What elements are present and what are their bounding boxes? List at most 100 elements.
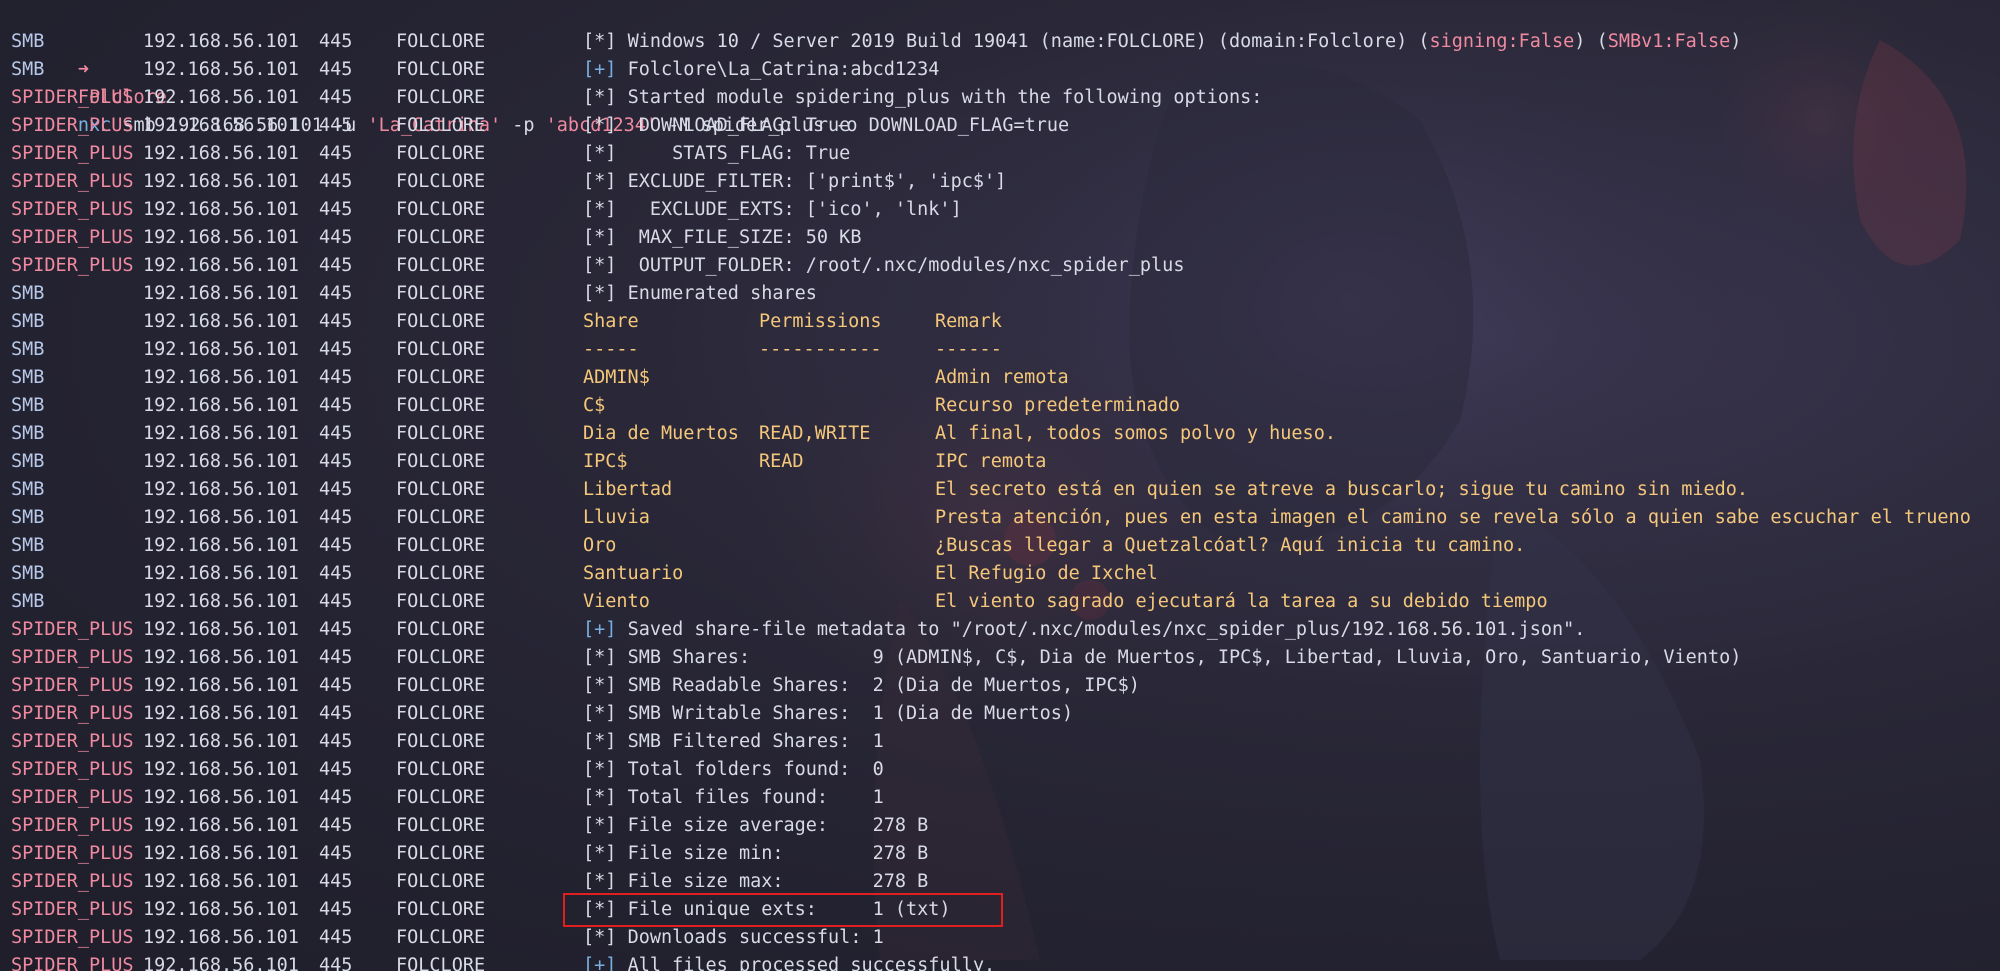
- protocol-label: SPIDER_PLUS: [11, 255, 134, 276]
- ip-address: 192.168.56.101: [143, 955, 299, 971]
- protocol-label: SMB: [11, 59, 45, 80]
- message-text: SMB Readable Shares: 2 (Dia de Muertos, …: [627, 675, 1140, 696]
- hostname: FOLCLORE: [396, 171, 486, 192]
- ip-address: 192.168.56.101: [143, 759, 299, 780]
- port-number: 445: [319, 507, 353, 528]
- log-message: [*] STATS_FLAG: True: [583, 140, 850, 168]
- hostname: FOLCLORE: [396, 451, 486, 472]
- status-tag: [*]: [583, 787, 617, 808]
- message-text: STATS_FLAG: True: [627, 143, 851, 164]
- protocol-label: SPIDER_PLUS: [11, 87, 134, 108]
- message-text: EXCLUDE_FILTER: ['print$', 'ipc$']: [627, 171, 1007, 192]
- protocol-label: SMB: [11, 339, 45, 360]
- port-number: 445: [319, 31, 353, 52]
- log-message: [*] Downloads successful: 1: [583, 924, 884, 952]
- command-prompt-line[interactable]: ➜ Folclore nxc smb 192.168.56.101 -u 'La…: [0, 0, 1069, 136]
- status-tag: [*]: [583, 31, 617, 52]
- message-text: SMB Shares: 9 (ADMIN$, C$, Dia de Muerto…: [627, 647, 1742, 668]
- share-remark: ------: [935, 339, 1002, 360]
- ip-address: 192.168.56.101: [143, 87, 299, 108]
- ip-address: 192.168.56.101: [143, 367, 299, 388]
- ip-address: 192.168.56.101: [143, 115, 299, 136]
- protocol-label: SPIDER_PLUS: [11, 143, 134, 164]
- status-tag: [*]: [583, 703, 617, 724]
- hostname: FOLCLORE: [396, 115, 486, 136]
- hostname: FOLCLORE: [396, 423, 486, 444]
- message-text: Saved share-file metadata to "/root/.nxc…: [627, 619, 1586, 640]
- hostname: FOLCLORE: [396, 395, 486, 416]
- port-number: 445: [319, 591, 353, 612]
- port-number: 445: [319, 311, 353, 332]
- share-permissions: -----------: [759, 339, 882, 360]
- hostname: FOLCLORE: [396, 199, 486, 220]
- hostname: FOLCLORE: [396, 535, 486, 556]
- log-message: [+] Folclore\La_Catrina:abcd1234: [583, 56, 939, 84]
- ip-address: 192.168.56.101: [143, 563, 299, 584]
- ip-address: 192.168.56.101: [143, 395, 299, 416]
- hostname: FOLCLORE: [396, 759, 486, 780]
- status-tag: [*]: [583, 647, 617, 668]
- status-tag: [*]: [583, 675, 617, 696]
- log-message: [*] SMB Writable Shares: 1 (Dia de Muert…: [583, 700, 1073, 728]
- log-message: [*] Enumerated shares: [583, 280, 817, 308]
- port-number: 445: [319, 759, 353, 780]
- message-text: Windows 10 / Server 2019 Build 19041 (na…: [627, 31, 1430, 52]
- port-number: 445: [319, 227, 353, 248]
- status-tag: [*]: [583, 227, 617, 248]
- signing-flag: signing:False: [1429, 31, 1575, 52]
- port-number: 445: [319, 479, 353, 500]
- log-message: [*] Started module spidering_plus with t…: [583, 84, 1262, 112]
- share-name: Libertad: [583, 479, 673, 500]
- ip-address: 192.168.56.101: [143, 927, 299, 948]
- status-tag: [*]: [583, 759, 617, 780]
- protocol-label: SMB: [11, 31, 45, 52]
- log-message: [*] File size min: 278 B: [583, 840, 928, 868]
- hostname: FOLCLORE: [396, 647, 486, 668]
- hostname: FOLCLORE: [396, 507, 486, 528]
- share-name: Santuario: [583, 563, 684, 584]
- hostname: FOLCLORE: [396, 591, 486, 612]
- hostname: FOLCLORE: [396, 339, 486, 360]
- log-message: [*] SMB Shares: 9 (ADMIN$, C$, Dia de Mu…: [583, 644, 1741, 672]
- share-permissions: Permissions: [759, 311, 882, 332]
- port-number: 445: [319, 787, 353, 808]
- protocol-label: SPIDER_PLUS: [11, 899, 134, 920]
- hostname: FOLCLORE: [396, 563, 486, 584]
- terminal-output: ➜ Folclore nxc smb 192.168.56.101 -u 'La…: [0, 0, 2000, 971]
- log-message: [*] EXCLUDE_EXTS: ['ico', 'lnk']: [583, 196, 962, 224]
- hostname: FOLCLORE: [396, 703, 486, 724]
- prompt-arrow-icon: ➜: [77, 59, 89, 80]
- protocol-label: SMB: [11, 535, 45, 556]
- ip-address: 192.168.56.101: [143, 31, 299, 52]
- port-number: 445: [319, 115, 353, 136]
- hostname: FOLCLORE: [396, 311, 486, 332]
- share-remark: ¿Buscas llegar a Quetzalcóatl? Aquí inic…: [935, 535, 1526, 556]
- hostname: FOLCLORE: [396, 479, 486, 500]
- log-message: [*] DOWNLOAD_FLAG: True: [583, 112, 850, 140]
- hostname: FOLCLORE: [396, 367, 486, 388]
- ip-address: 192.168.56.101: [143, 227, 299, 248]
- hostname: FOLCLORE: [396, 787, 486, 808]
- share-remark: IPC remota: [935, 451, 1047, 472]
- message-text: EXCLUDE_EXTS: ['ico', 'lnk']: [627, 199, 962, 220]
- hostname: FOLCLORE: [396, 815, 486, 836]
- message-text: File size min: 278 B: [627, 843, 929, 864]
- share-remark: El Refugio de Ixchel: [935, 563, 1158, 584]
- ip-address: 192.168.56.101: [143, 675, 299, 696]
- port-number: 445: [319, 367, 353, 388]
- message-text: SMB Filtered Shares: 1: [627, 731, 884, 752]
- port-number: 445: [319, 423, 353, 444]
- port-number: 445: [319, 395, 353, 416]
- status-tag: [+]: [583, 59, 617, 80]
- protocol-label: SPIDER_PLUS: [11, 843, 134, 864]
- log-message: [*] File size average: 278 B: [583, 812, 928, 840]
- log-message: [*] EXCLUDE_FILTER: ['print$', 'ipc$']: [583, 168, 1006, 196]
- ip-address: 192.168.56.101: [143, 451, 299, 472]
- status-tag: [*]: [583, 199, 617, 220]
- ip-address: 192.168.56.101: [143, 899, 299, 920]
- message-text: Downloads successful: 1: [627, 927, 884, 948]
- ip-address: 192.168.56.101: [143, 311, 299, 332]
- ip-address: 192.168.56.101: [143, 143, 299, 164]
- hostname: FOLCLORE: [396, 955, 486, 971]
- protocol-label: SMB: [11, 451, 45, 472]
